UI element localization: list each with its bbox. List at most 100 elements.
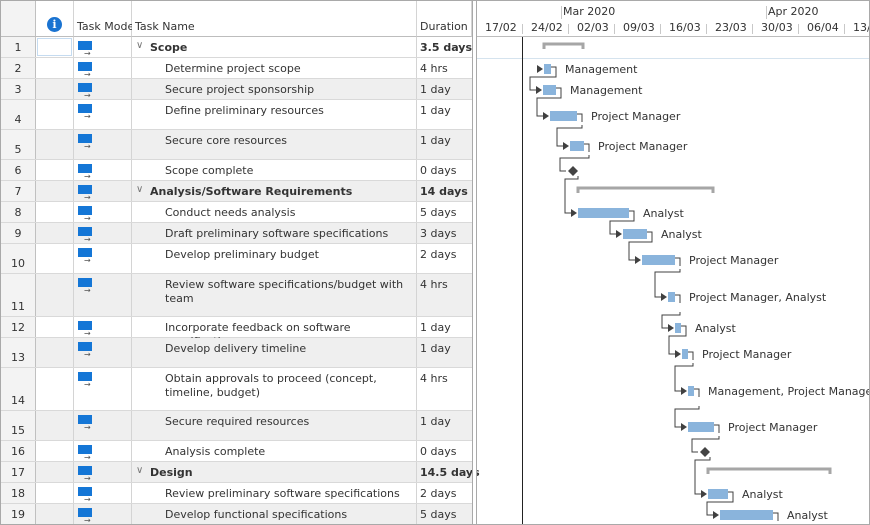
task-bar[interactable] <box>578 208 629 218</box>
indicator-cell[interactable] <box>36 37 74 57</box>
duration-cell[interactable]: 0 days <box>417 441 472 461</box>
task-mode-cell[interactable]: → <box>74 411 132 440</box>
indicator-cell[interactable] <box>36 483 74 503</box>
indicator-cell[interactable] <box>36 411 74 440</box>
task-mode-cell[interactable]: → <box>74 37 132 58</box>
task-row[interactable]: 9 → Draft preliminary software specificati… <box>1 223 472 244</box>
duration-cell[interactable]: 1 day <box>417 338 472 367</box>
row-number[interactable]: 10 <box>1 244 36 273</box>
task-name-cell[interactable]: Secure required resources <box>132 411 417 440</box>
task-row[interactable]: 3 → Secure project sponsorship 1 day <box>1 79 472 100</box>
task-row[interactable]: 15 → Secure required resources 1 day <box>1 411 472 441</box>
duration-cell[interactable]: 3.5 days <box>417 37 472 57</box>
summary-bar[interactable] <box>576 186 715 193</box>
header-duration[interactable]: Duration <box>417 1 472 37</box>
task-row[interactable]: 7 → ∨ Analysis/Software Requirements 14 days <box>1 181 472 202</box>
selected-cell[interactable] <box>37 38 72 56</box>
indicator-cell[interactable] <box>36 368 74 410</box>
row-number[interactable]: 19 <box>1 504 36 524</box>
row-number[interactable]: 6 <box>1 160 36 180</box>
task-row[interactable]: 8 → Conduct needs analysis 5 days <box>1 202 472 223</box>
task-row[interactable]: 6 → Scope complete 0 days <box>1 160 472 181</box>
task-name-cell[interactable]: Analysis complete <box>132 441 417 461</box>
indicator-cell[interactable] <box>36 441 74 461</box>
task-mode-cell[interactable]: → <box>74 483 132 504</box>
task-row[interactable]: 2 → Determine project scope 4 hrs <box>1 58 472 79</box>
summary-bar[interactable] <box>706 467 832 474</box>
indicator-cell[interactable] <box>36 244 74 273</box>
task-bar[interactable] <box>688 386 694 396</box>
indicator-cell[interactable] <box>36 223 74 243</box>
task-mode-cell[interactable]: → <box>74 223 132 244</box>
milestone-diamond[interactable] <box>568 166 578 176</box>
task-name-cell[interactable]: Review preliminary software specificatio… <box>132 483 417 503</box>
task-row[interactable]: 1 → ∨ Scope 3.5 days <box>1 37 472 58</box>
row-number[interactable]: 17 <box>1 462 36 482</box>
header-indicators[interactable]: i <box>36 1 74 37</box>
duration-cell[interactable]: 2 days <box>417 244 472 273</box>
duration-cell[interactable]: 4 hrs <box>417 368 472 410</box>
task-name-cell[interactable]: Determine project scope <box>132 58 417 78</box>
task-name-cell[interactable]: Obtain approvals to proceed (concept, ti… <box>132 368 417 410</box>
task-name-cell[interactable]: Define preliminary resources <box>132 100 417 129</box>
task-name-cell[interactable]: ∨ Design <box>132 462 417 482</box>
task-bar[interactable] <box>623 229 647 239</box>
task-bar[interactable] <box>675 323 681 333</box>
task-row[interactable]: 16 → Analysis complete 0 days <box>1 441 472 462</box>
task-name-cell[interactable]: ∨ Scope <box>132 37 417 57</box>
duration-cell[interactable]: 4 hrs <box>417 58 472 78</box>
duration-cell[interactable]: 14 days <box>417 181 472 201</box>
row-number[interactable]: 3 <box>1 79 36 99</box>
duration-cell[interactable]: 2 days <box>417 483 472 503</box>
duration-cell[interactable]: 1 day <box>417 411 472 440</box>
task-name-cell[interactable]: Scope complete <box>132 160 417 180</box>
duration-cell[interactable]: 14.5 days <box>417 462 480 482</box>
task-bar[interactable] <box>720 510 773 520</box>
indicator-cell[interactable] <box>36 274 74 316</box>
duration-cell[interactable]: 5 days <box>417 202 472 222</box>
task-mode-cell[interactable]: → <box>74 160 132 181</box>
task-row[interactable]: 12 → Incorporate feedback on software spec… <box>1 317 472 348</box>
task-row[interactable]: 14 → Obtain approvals to proceed (concept,… <box>1 368 472 411</box>
duration-cell[interactable]: 4 hrs <box>417 274 472 316</box>
indicator-cell[interactable] <box>36 100 74 129</box>
header-task-mode[interactable]: Task Mode <box>74 1 134 37</box>
duration-cell[interactable]: 1 day <box>417 130 472 159</box>
row-number[interactable]: 9 <box>1 223 36 243</box>
indicator-cell[interactable] <box>36 462 74 482</box>
row-number[interactable]: 16 <box>1 441 36 461</box>
row-number[interactable]: 14 <box>1 368 36 410</box>
task-name-cell[interactable]: Develop preliminary budget <box>132 244 417 273</box>
indicator-cell[interactable] <box>36 181 74 201</box>
task-name-cell[interactable]: Conduct needs analysis <box>132 202 417 222</box>
row-number[interactable]: 13 <box>1 338 36 367</box>
task-bar[interactable] <box>688 422 714 432</box>
duration-cell[interactable]: 1 day <box>417 100 472 129</box>
header-row-number[interactable] <box>1 1 36 37</box>
task-row[interactable]: 11 → Review software specifications/budget… <box>1 274 472 317</box>
task-bar[interactable] <box>682 349 688 359</box>
indicator-cell[interactable] <box>36 202 74 222</box>
indicator-cell[interactable] <box>36 130 74 159</box>
task-mode-cell[interactable]: → <box>74 181 132 202</box>
task-mode-cell[interactable]: → <box>74 79 132 100</box>
row-number[interactable]: 4 <box>1 100 36 129</box>
task-row[interactable]: 17 → ∨ Design 14.5 days <box>1 462 480 483</box>
task-mode-cell[interactable]: → <box>74 338 132 367</box>
task-mode-cell[interactable]: → <box>74 202 132 223</box>
task-row[interactable]: 18 → Review preliminary software specifica… <box>1 483 472 504</box>
task-row[interactable]: 19 → Develop functional specifications 5 da… <box>1 504 472 524</box>
task-name-cell[interactable]: Develop delivery timeline <box>132 338 417 367</box>
indicator-cell[interactable] <box>36 160 74 180</box>
milestone-diamond[interactable] <box>700 447 710 457</box>
indicator-cell[interactable] <box>36 317 74 337</box>
task-name-cell[interactable]: Develop functional specifications <box>132 504 417 524</box>
task-row[interactable]: 13 → Develop delivery timeline 1 day <box>1 338 472 368</box>
indicator-cell[interactable] <box>36 58 74 78</box>
summary-bar[interactable] <box>542 42 585 49</box>
task-name-cell[interactable]: Secure core resources <box>132 130 417 159</box>
indicator-cell[interactable] <box>36 504 74 524</box>
duration-cell[interactable]: 5 days <box>417 504 472 524</box>
row-number[interactable]: 1 <box>1 37 36 57</box>
task-name-cell[interactable]: Review software specifications/budget wi… <box>132 274 417 316</box>
